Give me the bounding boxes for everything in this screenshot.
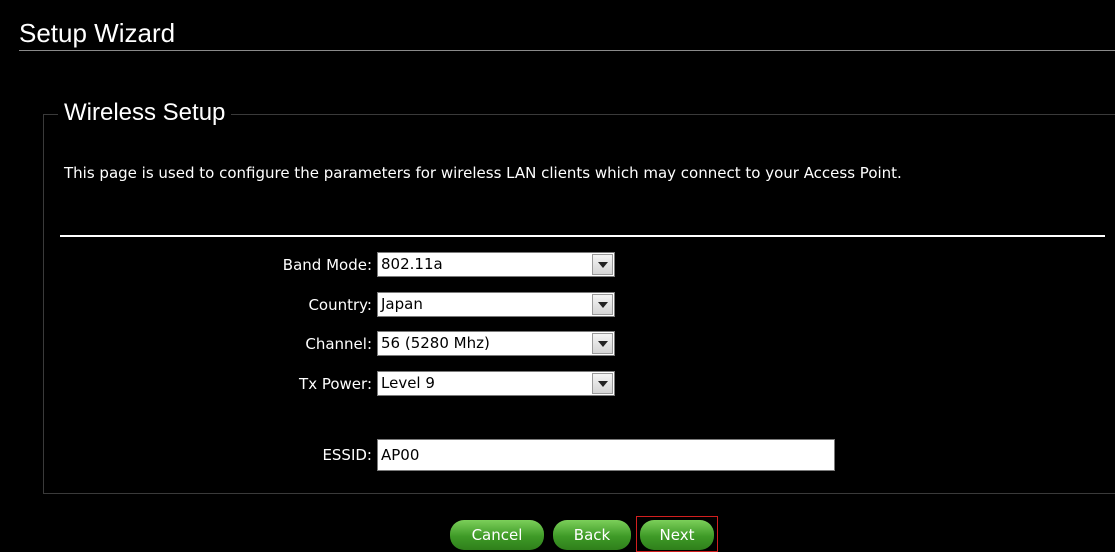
description-divider (60, 235, 1105, 237)
essid-value: AP00 (381, 446, 420, 464)
tx-power-value: Level 9 (381, 374, 435, 392)
chevron-down-icon[interactable] (592, 254, 613, 275)
chevron-down-icon[interactable] (592, 294, 613, 315)
country-value: Japan (381, 295, 423, 313)
band-mode-label: Band Mode: (282, 256, 372, 274)
essid-input[interactable]: AP00 (377, 439, 835, 471)
channel-value: 56 (5280 Mhz) (381, 334, 490, 352)
essid-label: ESSID: (322, 446, 372, 464)
section-legend: Wireless Setup (58, 97, 232, 129)
section-description: This page is used to configure the param… (64, 164, 902, 182)
band-mode-select[interactable]: 802.11a (377, 252, 615, 277)
band-mode-value: 802.11a (381, 255, 443, 273)
chevron-down-icon[interactable] (592, 333, 613, 354)
channel-label: Channel: (305, 335, 372, 353)
country-label: Country: (308, 296, 372, 314)
page-title: Setup Wizard (19, 18, 176, 48)
channel-select[interactable]: 56 (5280 Mhz) (377, 331, 615, 356)
title-divider (19, 50, 1115, 51)
chevron-down-icon[interactable] (592, 373, 613, 394)
tx-power-select[interactable]: Level 9 (377, 371, 615, 396)
cancel-button[interactable]: Cancel (450, 520, 544, 550)
next-button[interactable]: Next (640, 520, 714, 550)
back-button[interactable]: Back (553, 520, 631, 550)
tx-power-label: Tx Power: (299, 375, 372, 393)
country-select[interactable]: Japan (377, 292, 615, 317)
